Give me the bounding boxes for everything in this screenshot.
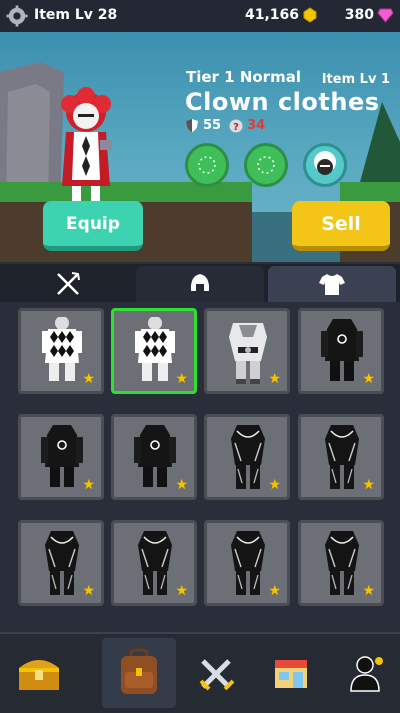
star-icon: ★ xyxy=(268,477,281,493)
inventory-item-hoodie[interactable]: ★ xyxy=(18,414,104,500)
black-suit-icon xyxy=(325,531,359,595)
black-hoodie-icon xyxy=(41,425,83,487)
star-icon: ★ xyxy=(175,583,188,599)
star-icon: ★ xyxy=(175,477,188,493)
gold-amount: 41,166 xyxy=(244,7,299,23)
empty-slot-icon xyxy=(257,156,275,174)
inventory-item-clown[interactable]: ★ xyxy=(18,308,104,394)
black-suit-icon xyxy=(231,531,265,595)
black-suit-icon xyxy=(325,425,359,489)
black-hoodie-icon xyxy=(134,425,176,487)
star-icon: ★ xyxy=(175,371,188,387)
nav-shop[interactable] xyxy=(254,638,328,708)
inventory-item-suit[interactable]: ★ xyxy=(204,520,290,606)
black-suit-icon xyxy=(138,531,172,595)
tab-clothes[interactable] xyxy=(268,266,396,302)
inventory-item-suit[interactable]: ★ xyxy=(111,520,197,606)
backpack-icon xyxy=(121,648,157,694)
white-armor-icon xyxy=(229,323,267,384)
gem-slot-2[interactable] xyxy=(244,143,288,187)
gem-icon xyxy=(377,8,394,23)
nav-battle[interactable] xyxy=(180,638,254,708)
star-icon: ★ xyxy=(362,583,375,599)
nav-treasure[interactable] xyxy=(2,638,76,708)
category-tabs xyxy=(0,264,400,302)
shirt-icon xyxy=(319,274,345,295)
defense-value: 55 xyxy=(203,118,222,133)
star-icon: ★ xyxy=(362,477,375,493)
item-level-text: Item Lv 28 xyxy=(34,7,118,23)
character-icon xyxy=(350,656,383,692)
inventory-item-suit[interactable]: ★ xyxy=(18,520,104,606)
tab-weapons[interactable] xyxy=(4,266,132,302)
black-hoodie-icon xyxy=(321,319,363,381)
inventory-item-suit[interactable]: ★ xyxy=(204,414,290,500)
inventory-item-armor[interactable]: ★ xyxy=(204,308,290,394)
inventory-item-clown-selected[interactable]: ★ xyxy=(111,308,197,394)
costume-slot[interactable] xyxy=(303,143,347,187)
nav-character[interactable] xyxy=(328,638,400,708)
black-suit-icon xyxy=(231,425,265,489)
gem-slot-1[interactable] xyxy=(185,143,229,187)
star-icon: ★ xyxy=(82,583,95,599)
top-bar: Item Lv 28 41,166 380 xyxy=(0,0,400,32)
shield-icon xyxy=(186,119,198,132)
clown-face-icon xyxy=(314,151,336,175)
shop-icon xyxy=(275,660,307,688)
item-preview-scene: Tier 1 Normal Item Lv 1 Clown clothes 55… xyxy=(0,32,400,262)
star-icon: ★ xyxy=(82,477,95,493)
clown-outfit-icon xyxy=(135,317,175,381)
item-name: Clown clothes xyxy=(185,88,380,116)
helmet-icon xyxy=(190,274,210,291)
inventory-item-hoodie[interactable]: ★ xyxy=(298,308,384,394)
inventory-grid: ★ ★ ★ ★ ★ ★ ★ ★ ★ ★ ★ ★ xyxy=(0,302,400,632)
empty-slot-icon xyxy=(198,156,216,174)
star-icon: ★ xyxy=(268,371,281,387)
gold-coin-icon xyxy=(303,7,317,23)
treasure-chest-icon xyxy=(19,660,59,690)
bottom-nav xyxy=(0,632,400,713)
inventory-item-suit[interactable]: ★ xyxy=(298,520,384,606)
crossed-swords-icon xyxy=(199,659,235,691)
black-suit-icon xyxy=(45,531,79,595)
star-icon: ★ xyxy=(362,371,375,387)
inventory-item-hoodie[interactable]: ★ xyxy=(111,414,197,500)
star-icon: ★ xyxy=(268,583,281,599)
crossed-weapons-icon xyxy=(57,272,80,295)
star-icon: ★ xyxy=(82,371,95,387)
nav-inventory[interactable] xyxy=(102,638,176,708)
tab-helmet[interactable] xyxy=(136,266,264,302)
item-level-label: Item Lv 1 xyxy=(321,72,390,87)
svg-text:?: ? xyxy=(233,122,239,133)
equip-button[interactable]: Equip xyxy=(43,201,143,251)
clown-outfit-icon xyxy=(42,317,82,381)
gem-counter: 380 xyxy=(345,7,394,23)
tier-label: Tier 1 Normal xyxy=(186,68,301,86)
gear-icon[interactable] xyxy=(6,5,28,27)
item-stats: 55 ? 34 xyxy=(185,118,265,133)
gem-amount: 380 xyxy=(344,7,374,23)
gold-counter: 41,166 xyxy=(245,7,318,23)
penalty-value: 34 xyxy=(247,118,266,133)
inventory-item-suit[interactable]: ★ xyxy=(298,414,384,500)
sell-button[interactable]: Sell xyxy=(292,201,390,251)
question-icon: ? xyxy=(229,119,243,133)
